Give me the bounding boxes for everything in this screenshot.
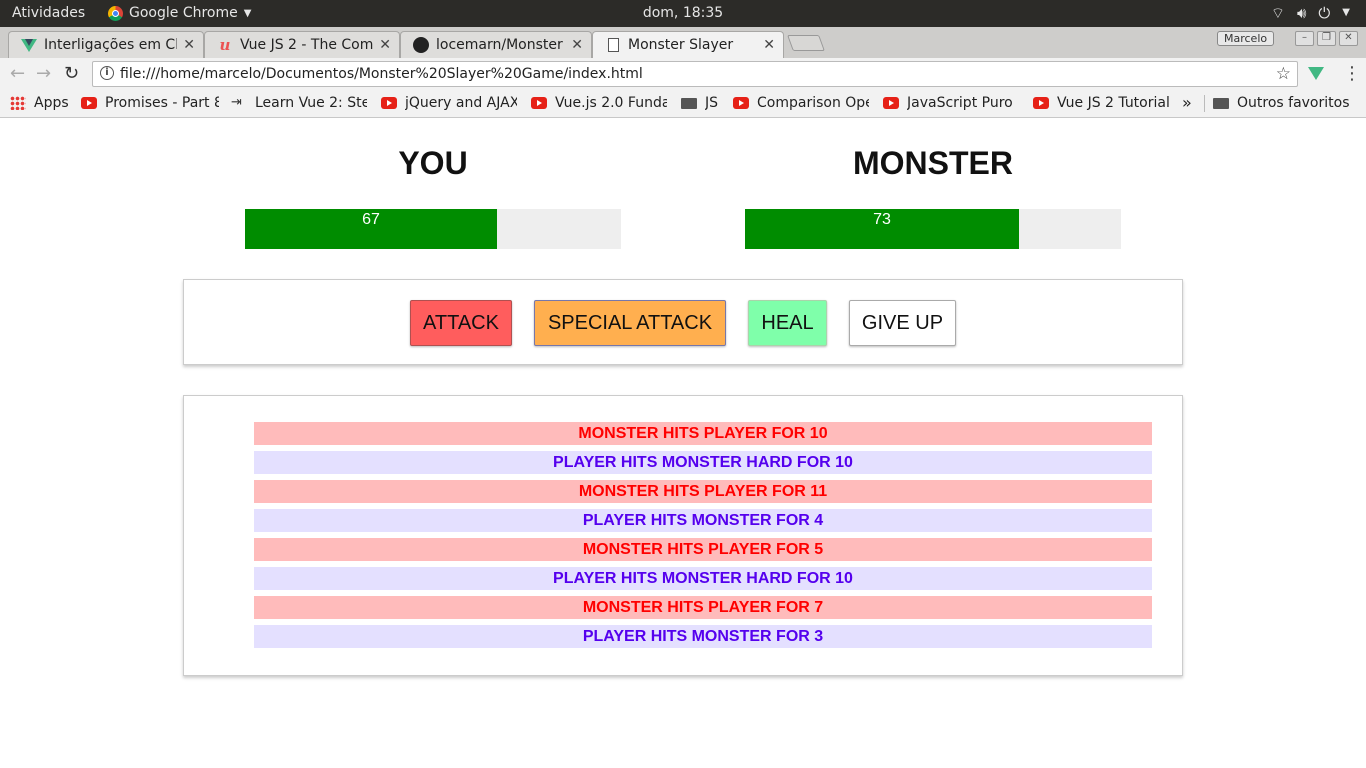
- bookmark-label: Outros favoritos: [1237, 95, 1350, 111]
- youtube-icon: [531, 97, 547, 109]
- bookmark-label: Vue.js 2.0 Funda: [555, 95, 667, 111]
- log-entry: PLAYER HITS MONSTER FOR 4: [254, 509, 1152, 532]
- tab-title: locemarn/Monster: [436, 37, 563, 53]
- player-health-fill: 67: [245, 209, 497, 249]
- minimize-icon[interactable]: –: [1295, 31, 1314, 46]
- folder-icon: [681, 97, 697, 109]
- forward-arrow-icon[interactable]: →: [36, 63, 51, 84]
- tab-monster-slayer[interactable]: Monster Slayer ✕: [592, 31, 784, 58]
- folder-icon: [1213, 97, 1229, 109]
- reload-icon[interactable]: ↻: [64, 63, 79, 84]
- caret-down-icon[interactable]: ▼: [1342, 4, 1350, 23]
- bookmark-other[interactable]: Outros favoritos: [1213, 95, 1350, 111]
- bookmark-label: Learn Vue 2: Step: [255, 95, 367, 111]
- close-icon[interactable]: ✕: [571, 37, 583, 53]
- tab-title: Vue JS 2 - The Comp: [240, 37, 374, 53]
- log-entry: MONSTER HITS PLAYER FOR 10: [254, 422, 1152, 445]
- log-entry: PLAYER HITS MONSTER FOR 3: [254, 625, 1152, 648]
- page-content: YOU 67 MONSTER 73 ATTACK SPECIAL ATTACK …: [0, 119, 1366, 768]
- bookmark-star-icon[interactable]: ☆: [1276, 64, 1291, 84]
- restore-icon[interactable]: ❐: [1317, 31, 1336, 46]
- youtube-icon: [1033, 97, 1049, 109]
- bookmark-label: Apps: [34, 95, 69, 111]
- menu-icon[interactable]: ⋮: [1343, 63, 1361, 84]
- address-bar[interactable]: i file:///home/marcelo/Documentos/Monste…: [92, 61, 1298, 87]
- close-icon[interactable]: ✕: [183, 37, 195, 53]
- monster-title: MONSTER: [853, 145, 1013, 181]
- special-attack-button[interactable]: SPECIAL ATTACK: [534, 300, 726, 346]
- tab-title: Interligações em Cl: [44, 37, 178, 53]
- info-icon[interactable]: i: [100, 66, 114, 80]
- system-top-bar: Atividades Google Chrome ▼ dom, 18:35 ⌔ …: [0, 0, 1366, 27]
- browser-toolbar: ← → ↻ i file:///home/marcelo/Documentos/…: [0, 58, 1366, 89]
- close-icon[interactable]: ✕: [379, 37, 391, 53]
- log-entry: MONSTER HITS PLAYER FOR 5: [254, 538, 1152, 561]
- close-icon[interactable]: ✕: [763, 37, 775, 53]
- close-window-icon[interactable]: ✕: [1339, 31, 1358, 46]
- bookmark-learn-vue[interactable]: ⇥ Learn Vue 2: Step: [231, 95, 367, 111]
- laracasts-icon: ⇥: [231, 95, 242, 110]
- monster-health-bar: 73: [745, 209, 1121, 249]
- back-arrow-icon[interactable]: ←: [10, 63, 25, 84]
- attack-button[interactable]: ATTACK: [410, 300, 512, 346]
- bookmark-label: jQuery and AJAX: [405, 95, 517, 111]
- bookmark-vue-tutorial[interactable]: Vue JS 2 Tutorial: [1033, 95, 1169, 111]
- tab-interligacoes[interactable]: Interligações em Cl ✕: [8, 31, 204, 58]
- tab-strip: Interligações em Cl ✕ u Vue JS 2 - The C…: [0, 27, 1366, 58]
- controls-panel: ATTACK SPECIAL ATTACK HEAL GIVE UP: [183, 279, 1183, 365]
- new-tab-button[interactable]: [787, 35, 825, 51]
- give-up-button[interactable]: GIVE UP: [849, 300, 956, 346]
- log-entry: PLAYER HITS MONSTER HARD FOR 10: [254, 451, 1152, 474]
- bookmark-label: Promises - Part 8: [105, 95, 219, 111]
- bookmark-label: JavaScript Puro: [907, 95, 1013, 111]
- tab-title: Monster Slayer: [628, 37, 734, 53]
- player-health-value: 67: [362, 211, 380, 228]
- document-icon: [607, 38, 619, 52]
- bookmark-vue-fundamentals[interactable]: Vue.js 2.0 Funda: [531, 95, 667, 111]
- youtube-icon: [81, 97, 97, 109]
- udemy-icon: u: [219, 36, 231, 54]
- apps-grid-icon: [10, 96, 26, 110]
- bookmark-label: Vue JS 2 Tutorial: [1057, 95, 1169, 111]
- bookmark-javascript-puro[interactable]: JavaScript Puro: [883, 95, 1019, 111]
- heal-button[interactable]: HEAL: [748, 300, 827, 346]
- youtube-icon: [883, 97, 899, 109]
- player-title: YOU: [398, 145, 468, 181]
- tab-vue-js-2[interactable]: u Vue JS 2 - The Comp ✕: [204, 31, 400, 58]
- log-entry: MONSTER HITS PLAYER FOR 7: [254, 596, 1152, 619]
- youtube-icon: [733, 97, 749, 109]
- bookmark-jquery[interactable]: jQuery and AJAX: [381, 95, 517, 111]
- window-controls: – ❐ ✕: [1295, 31, 1358, 46]
- bookmark-promises[interactable]: Promises - Part 8: [81, 95, 219, 111]
- vue-devtools-icon[interactable]: [1308, 67, 1324, 80]
- url-text[interactable]: file:///home/marcelo/Documentos/Monster%…: [120, 66, 643, 82]
- github-icon: [413, 37, 429, 53]
- log-entry: PLAYER HITS MONSTER HARD FOR 10: [254, 567, 1152, 590]
- bookmark-comparison[interactable]: Comparison Ope: [733, 95, 869, 111]
- bookmark-apps[interactable]: Apps: [10, 95, 69, 111]
- volume-icon[interactable]: 🔊︎: [1297, 4, 1306, 23]
- monster-health-fill: 73: [745, 209, 1019, 249]
- player-health-bar: 67: [245, 209, 621, 249]
- bookmark-label: JS: [705, 95, 719, 111]
- power-icon[interactable]: ⏻: [1318, 4, 1330, 23]
- log-entry: MONSTER HITS PLAYER FOR 11: [254, 480, 1152, 503]
- vue-icon: [21, 38, 37, 52]
- bookmark-folder-js[interactable]: JS: [681, 95, 718, 111]
- tab-locemarn[interactable]: locemarn/Monster ✕: [400, 31, 592, 58]
- bookmarks-bar: Apps Promises - Part 8 ⇥ Learn Vue 2: St…: [0, 89, 1366, 118]
- system-tray[interactable]: ⌔ 🔊︎ ⏻ ▼: [1271, 4, 1350, 23]
- divider: [1204, 95, 1205, 112]
- chevron-right-icon[interactable]: »: [1182, 93, 1192, 112]
- wifi-icon[interactable]: ⌔: [1271, 4, 1285, 23]
- clock[interactable]: dom, 18:35: [0, 5, 1366, 21]
- profile-button[interactable]: Marcelo: [1217, 31, 1275, 46]
- monster-health-value: 73: [873, 211, 891, 228]
- battle-log-panel: MONSTER HITS PLAYER FOR 10 PLAYER HITS M…: [183, 395, 1183, 676]
- bookmark-label: Comparison Ope: [757, 95, 869, 111]
- youtube-icon: [381, 97, 397, 109]
